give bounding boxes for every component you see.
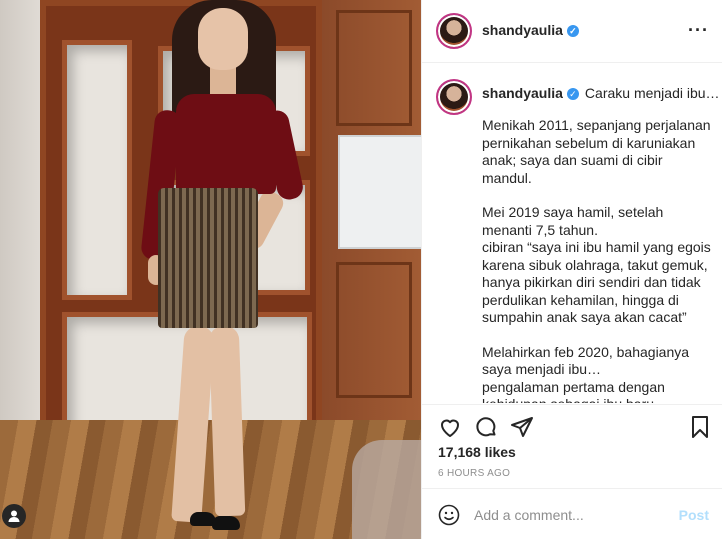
emoji-icon[interactable]: [438, 504, 460, 526]
photo-door: [322, 0, 421, 420]
heart-icon[interactable]: [438, 415, 462, 439]
shelf-niche: [62, 40, 132, 300]
post-timestamp[interactable]: 6 HOURS AGO: [438, 468, 510, 479]
username-text[interactable]: shandyaulia: [482, 22, 563, 38]
comment-input[interactable]: Add a comment...: [474, 507, 584, 523]
post-header: shandyaulia ✓ ···: [422, 0, 722, 63]
avatar[interactable]: [436, 79, 472, 115]
action-bar: [422, 404, 722, 449]
caption-paragraph: Menikah 2011, sepanjang perjalanan perni…: [482, 117, 711, 186]
bookmark-icon[interactable]: [688, 415, 712, 439]
caption-paragraph: Mei 2019 saya hamil, setelah menanti 7,5…: [482, 204, 711, 325]
caption-text: Menikah 2011, sepanjang perjalanan perni…: [482, 117, 712, 403]
person-face: [198, 8, 248, 70]
comment-box: Add a comment... Post: [422, 488, 722, 540]
caption-section: shandyaulia ✓ Caraku menjadi ibu… Menikah …: [422, 63, 722, 403]
verified-badge-icon: ✓: [566, 88, 579, 101]
verified-badge-icon: ✓: [566, 25, 579, 38]
caption-title: Caraku menjadi ibu…: [584, 85, 720, 101]
photo-whiteboard: [338, 135, 421, 249]
person-velvet-top: [176, 94, 276, 194]
photo-blur: [352, 440, 421, 539]
header-username[interactable]: shandyaulia ✓: [482, 22, 579, 38]
comment-icon[interactable]: [474, 415, 498, 439]
share-icon[interactable]: [510, 415, 534, 439]
person-plaid-skirt: [158, 188, 258, 328]
more-options-icon[interactable]: ···: [688, 20, 709, 41]
person-shoe: [212, 516, 240, 530]
caption-header: shandyaulia ✓ Caraku menjadi ibu…: [482, 85, 720, 101]
caption-username[interactable]: shandyaulia: [482, 85, 563, 101]
likes-count[interactable]: 17,168 likes: [438, 444, 516, 460]
avatar[interactable]: [436, 13, 472, 49]
post-photo[interactable]: [0, 0, 421, 539]
post-sidebar: shandyaulia ✓ ··· shandyaulia ✓ Caraku menj…: [421, 0, 722, 539]
post-button[interactable]: Post: [679, 507, 709, 523]
user-tag-icon[interactable]: [2, 504, 26, 528]
caption-paragraph: Melahirkan feb 2020, bahagianya saya men…: [482, 343, 690, 404]
